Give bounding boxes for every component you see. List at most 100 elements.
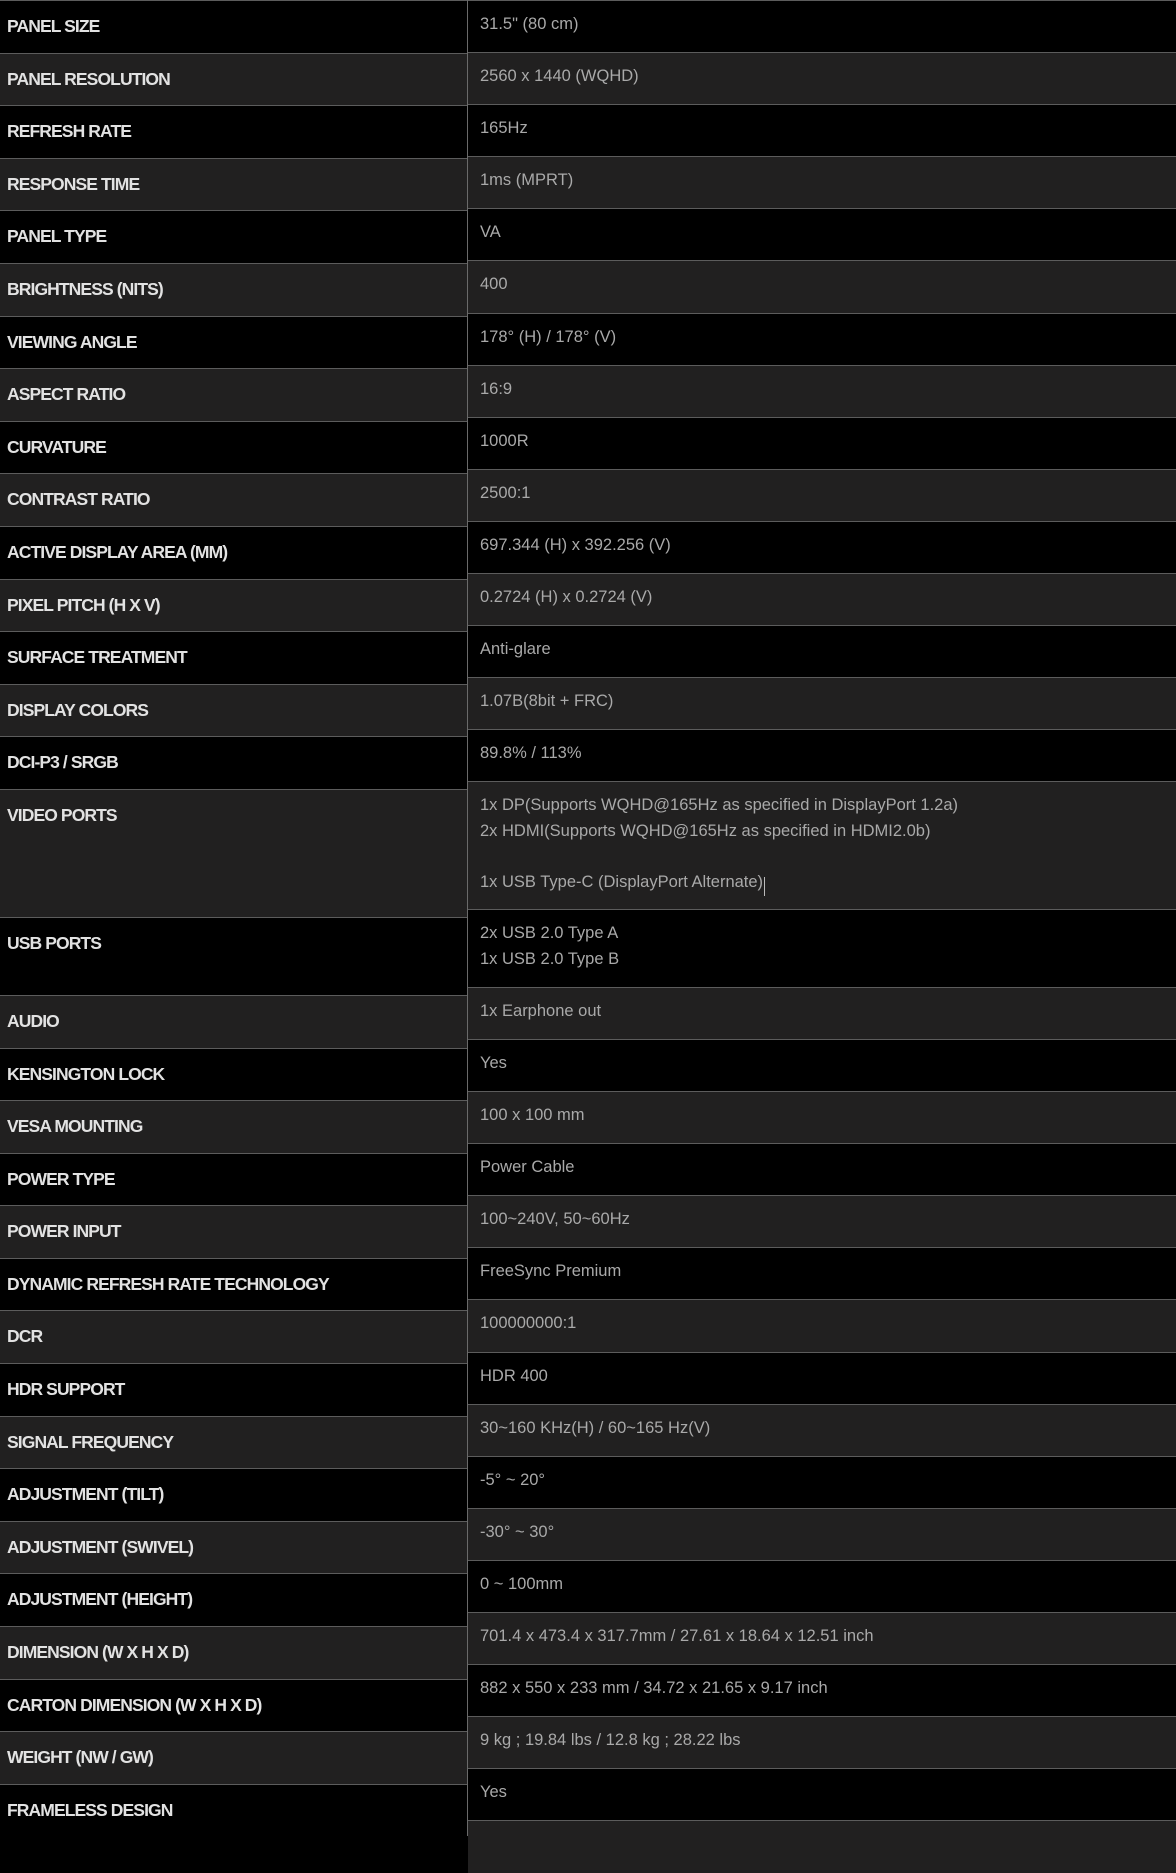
spec-value: 0.2724 (H) x 0.2724 (V) [480, 588, 653, 607]
spec-value-cell: 697.344 (H) x 392.256 (V) [468, 520, 1176, 574]
spec-label-cell: ACTIVE DISPLAY AREA (MM) [0, 525, 467, 579]
spec-label: FRAMELESS DESIGN [7, 1799, 173, 1820]
spec-value-cell: Power Cable [468, 1143, 1176, 1196]
spec-label-cell: ASPECT RATIO [0, 368, 467, 421]
spec-value: Yes [480, 1783, 507, 1802]
spec-value-cell: 178° (H) / 178° (V) [468, 312, 1176, 365]
spec-labels-column: PANEL SIZE PANEL RESOLUTION REFRESH RATE RE… [0, 0, 468, 1837]
spec-value-cell: 89.8% / 113% [468, 729, 1176, 782]
spec-value: 882 x 550 x 233 mm / 34.72 x 21.65 x 9.1… [480, 1679, 828, 1698]
spec-value-cell: 882 x 550 x 233 mm / 34.72 x 21.65 x 9.1… [468, 1664, 1176, 1717]
spec-value: 2560 x 1440 (WQHD) [480, 67, 639, 86]
spec-value[interactable]: 1x DP(Supports WQHD@165Hz as specified i… [480, 793, 958, 895]
spec-label: DIMENSION (W X H X D) [7, 1642, 189, 1663]
spec-value-cell: 0.2724 (H) x 0.2724 (V) [468, 573, 1176, 626]
spec-value-cell: 1000R [468, 416, 1176, 469]
spec-label: VIEWING ANGLE [7, 331, 138, 352]
spec-label-cell: POWER INPUT [0, 1205, 467, 1258]
spec-value-cell: 100~240V, 50~60Hz [468, 1195, 1176, 1248]
spec-label-cell: SURFACE TREATMENT [0, 631, 467, 684]
spec-value: -5° ~ 20° [480, 1470, 546, 1489]
spec-value-cell: 31.5" (80 cm) [468, 0, 1176, 53]
spec-label-cell: PANEL SIZE [0, 0, 467, 53]
spec-label: POWER INPUT [7, 1221, 121, 1242]
spec-label-cell: ADJUSTMENT (TILT) [0, 1468, 467, 1521]
spec-label-cell: ADJUSTMENT (HEIGHT) [0, 1573, 467, 1627]
spec-value: 89.8% / 113% [480, 744, 582, 763]
spec-label: RESPONSE TIME [7, 173, 140, 194]
spec-label: ADJUSTMENT (TILT) [7, 1484, 164, 1505]
spec-label-cell: SIGNAL FREQUENCY [0, 1415, 467, 1469]
spec-label: DCI-P3 / SRGB [7, 752, 119, 773]
spec-value-cell: 1x Earphone out [468, 986, 1176, 1039]
spec-label: VESA MOUNTING [7, 1116, 143, 1137]
spec-value: HDR 400 [480, 1366, 548, 1385]
spec-label: ACTIVE DISPLAY AREA (MM) [7, 541, 228, 562]
spec-value: Anti-glare [480, 640, 551, 659]
spec-value: Yes [480, 1054, 507, 1072]
spec-label: VIDEO PORTS [7, 804, 118, 825]
spec-label-cell: POWER TYPE [0, 1152, 467, 1206]
spec-label: SURFACE TREATMENT [7, 647, 188, 668]
spec-label: DYNAMIC REFRESH RATE TECHNOLOGY [7, 1273, 330, 1294]
spec-label: SIGNAL FREQUENCY [7, 1431, 174, 1452]
spec-value: Power Cable [480, 1158, 575, 1177]
spec-value-cell: VA [468, 208, 1176, 261]
spec-label: CARTON DIMENSION (W X H X D) [7, 1694, 262, 1715]
spec-label-cell: CARTON DIMENSION (W X H X D) [0, 1678, 467, 1732]
spec-value: 165Hz [480, 119, 528, 138]
spec-label-cell: AUDIO [0, 994, 467, 1048]
spec-label: CURVATURE [7, 436, 107, 457]
spec-label: ADJUSTMENT (SWIVEL) [7, 1536, 194, 1557]
spec-label: BRIGHTNESS (NITS) [7, 278, 164, 299]
spec-value-cell: 2x USB 2.0 Type A 1x USB 2.0 Type B [468, 909, 1176, 987]
spec-value-cell: 9 kg ; 19.84 lbs / 12.8 kg ; 28.22 lbs [468, 1716, 1176, 1769]
spec-values-column: 31.5" (80 cm) 2560 x 1440 (WQHD) 165Hz 1ms … [468, 0, 1176, 1873]
spec-label: POWER TYPE [7, 1168, 116, 1189]
spec-label-cell: WEIGHT (NW / GW) [0, 1731, 467, 1784]
spec-value-cell: Yes [468, 1039, 1176, 1092]
spec-label: PIXEL PITCH (H X V) [7, 594, 161, 615]
spec-value: 31.5" (80 cm) [480, 15, 579, 33]
spec-value-cell: Anti-glare [468, 625, 1176, 678]
spec-value-cell: 2500:1 [468, 468, 1176, 521]
spec-value: -30° ~ 30° [480, 1522, 555, 1541]
spec-value-cell: 100000000:1 [468, 1299, 1176, 1352]
spec-value: 16:9 [480, 379, 513, 398]
spec-label-cell: PANEL TYPE [0, 210, 467, 263]
spec-label-cell: DCI-P3 / SRGB [0, 736, 467, 789]
spec-label: WEIGHT (NW / GW) [7, 1747, 154, 1768]
spec-value: 30~160 KHz(H) / 60~165 Hz(V) [480, 1418, 711, 1437]
spec-label-cell: CURVATURE [0, 420, 467, 474]
spec-value-cell: 2560 x 1440 (WQHD) [468, 52, 1176, 105]
spec-label-cell: PIXEL PITCH (H X V) [0, 578, 467, 632]
spec-value-cell: 165Hz [468, 104, 1176, 157]
spec-value-cell: -30° ~ 30° [468, 1507, 1176, 1560]
spec-value: 178° (H) / 178° (V) [480, 327, 617, 346]
spec-value: FreeSync Premium [480, 1262, 622, 1281]
spec-label: DCR [7, 1326, 43, 1347]
spec-label-cell: VIEWING ANGLE [0, 315, 467, 369]
spec-label: PANEL RESOLUTION [7, 68, 171, 89]
spec-value: VA [480, 223, 501, 242]
spec-value-cell: 400 [468, 260, 1176, 313]
spec-value-cell: 1ms (MPRT) [468, 156, 1176, 209]
spec-label: ASPECT RATIO [7, 384, 126, 405]
spec-value: 400 [480, 275, 508, 294]
spec-value: 100000000:1 [480, 1314, 577, 1333]
spec-value: 100~240V, 50~60Hz [480, 1210, 630, 1229]
spec-label-cell: VESA MOUNTING [0, 1100, 467, 1153]
spec-value-cell: 100 x 100 mm [468, 1091, 1176, 1144]
spec-value: 697.344 (H) x 392.256 (V) [480, 535, 671, 554]
spec-value: 701.4 x 473.4 x 317.7mm / 27.61 x 18.64 … [480, 1627, 874, 1646]
spec-label-cell: CONTRAST RATIO [0, 473, 467, 526]
spec-value-cell: -5° ~ 20° [468, 1455, 1176, 1508]
spec-label-cell: REFRESH RATE [0, 105, 467, 158]
spec-value-cell: 701.4 x 473.4 x 317.7mm / 27.61 x 18.64 … [468, 1612, 1176, 1665]
spec-label: DISPLAY COLORS [7, 699, 149, 720]
spec-label: REFRESH RATE [7, 121, 132, 142]
spec-value: 1ms (MPRT) [480, 171, 574, 190]
spec-value-cell: 30~160 KHz(H) / 60~165 Hz(V) [468, 1403, 1176, 1456]
spec-label: AUDIO [7, 1010, 60, 1031]
spec-label: CONTRAST RATIO [7, 489, 151, 510]
